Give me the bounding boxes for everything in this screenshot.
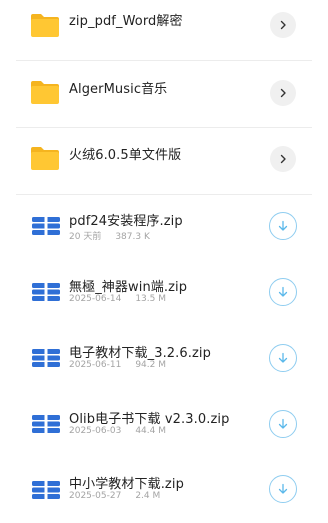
- file-size: 2.4 M: [135, 491, 161, 501]
- download-button[interactable]: [269, 278, 297, 306]
- open-folder-button[interactable]: [270, 80, 296, 106]
- chevron-right-icon: [280, 20, 286, 30]
- file-meta: 2025-05-27 2.4 M: [69, 491, 160, 501]
- download-button[interactable]: [269, 475, 297, 503]
- file-meta: 2025-06-14 13.5 M: [69, 294, 166, 304]
- file-size: 94.2 M: [135, 360, 166, 370]
- folder-item[interactable]: 火绒6.0.5单文件版: [0, 128, 328, 194]
- download-button[interactable]: [269, 212, 297, 240]
- download-icon: [278, 483, 288, 494]
- file-date: 2025-06-14: [69, 294, 122, 304]
- folder-name: 火绒6.0.5单文件版: [69, 148, 182, 163]
- download-button[interactable]: [269, 410, 297, 438]
- file-meta: 2025-06-03 44.4 M: [69, 426, 166, 436]
- open-folder-button[interactable]: [270, 146, 296, 172]
- zip-file-icon: [32, 415, 60, 433]
- file-date: 2025-06-03: [69, 426, 122, 436]
- file-item[interactable]: Olib电子书下载 v2.3.0.zip 2025-06-03 44.4 M: [0, 393, 328, 459]
- chevron-right-icon: [280, 154, 286, 164]
- file-date: 2025-06-11: [69, 360, 122, 370]
- file-name: 中小学教材下载.zip: [69, 477, 184, 492]
- file-meta: 20 天前 387.3 K: [69, 229, 150, 242]
- file-name: Olib电子书下载 v2.3.0.zip: [69, 412, 230, 427]
- file-item[interactable]: 中小学教材下载.zip 2025-05-27 2.4 M: [0, 459, 328, 523]
- file-size: 387.3 K: [115, 232, 150, 242]
- file-size: 44.4 M: [135, 426, 166, 436]
- folder-icon: [31, 147, 59, 170]
- folder-name: AlgerMusic音乐: [69, 82, 168, 97]
- file-item[interactable]: pdf24安装程序.zip 20 天前 387.3 K: [0, 195, 328, 261]
- file-meta: 2025-06-11 94.2 M: [69, 360, 166, 370]
- file-list: zip_pdf_Word解密 AlgerMusic音乐 火绒6.0.5单文件版: [0, 0, 328, 523]
- folder-item[interactable]: zip_pdf_Word解密: [0, 0, 328, 60]
- file-date: 2025-05-27: [69, 491, 122, 501]
- download-icon: [278, 352, 288, 363]
- chevron-right-icon: [280, 88, 286, 98]
- download-button[interactable]: [269, 344, 297, 372]
- file-item[interactable]: 电子教材下载_3.2.6.zip 2025-06-11 94.2 M: [0, 327, 328, 393]
- folder-icon: [31, 81, 59, 104]
- zip-file-icon: [32, 349, 60, 367]
- folder-item[interactable]: AlgerMusic音乐: [0, 61, 328, 127]
- folder-icon: [31, 14, 59, 37]
- folder-name: zip_pdf_Word解密: [69, 14, 183, 29]
- file-name: 电子教材下载_3.2.6.zip: [69, 346, 211, 361]
- download-icon: [278, 418, 288, 429]
- file-size: 13.5 M: [135, 294, 166, 304]
- file-date: 20 天前: [69, 232, 102, 242]
- open-folder-button[interactable]: [270, 12, 296, 38]
- zip-file-icon: [32, 283, 60, 301]
- file-item[interactable]: 無極_神器win端.zip 2025-06-14 13.5 M: [0, 261, 328, 327]
- download-icon: [278, 220, 288, 231]
- file-name: pdf24安装程序.zip: [69, 214, 183, 229]
- zip-file-icon: [32, 481, 60, 499]
- file-name: 無極_神器win端.zip: [69, 280, 188, 295]
- download-icon: [278, 286, 288, 297]
- zip-file-icon: [32, 217, 60, 235]
